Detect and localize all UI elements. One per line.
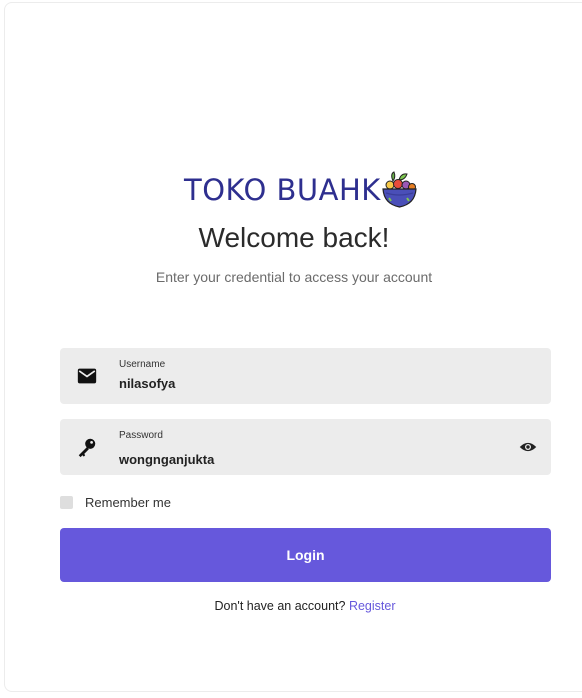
password-input[interactable]: wongnganjukta (119, 452, 214, 467)
register-prompt-text: Don't have an account? (214, 599, 346, 613)
mail-icon (77, 368, 97, 384)
fruit-salad-bowl-icon (382, 171, 417, 208)
password-label: Password (119, 430, 163, 441)
username-field[interactable]: Username nilasofya (60, 348, 551, 404)
username-label: Username (119, 359, 166, 370)
remember-me-checkbox[interactable] (60, 495, 73, 509)
eye-icon[interactable] (519, 440, 537, 454)
remember-me-label: Remember me (85, 494, 171, 510)
login-card (4, 2, 582, 692)
remember-me[interactable]: Remember me (60, 494, 171, 510)
username-input[interactable]: nilasofya (119, 376, 175, 391)
register-link[interactable]: Register (349, 599, 396, 613)
key-icon (78, 438, 96, 458)
logo-text: TOKO BUAHK (184, 173, 381, 207)
password-field[interactable]: Password wongnganjukta (60, 419, 551, 475)
page-subtitle: Enter your credential to access your acc… (155, 269, 433, 285)
logo: TOKO BUAHK (184, 168, 419, 212)
page-title: Welcome back! (198, 222, 390, 253)
login-button[interactable]: Login (60, 528, 551, 582)
register-prompt: Don't have an account? Register (0, 599, 582, 613)
